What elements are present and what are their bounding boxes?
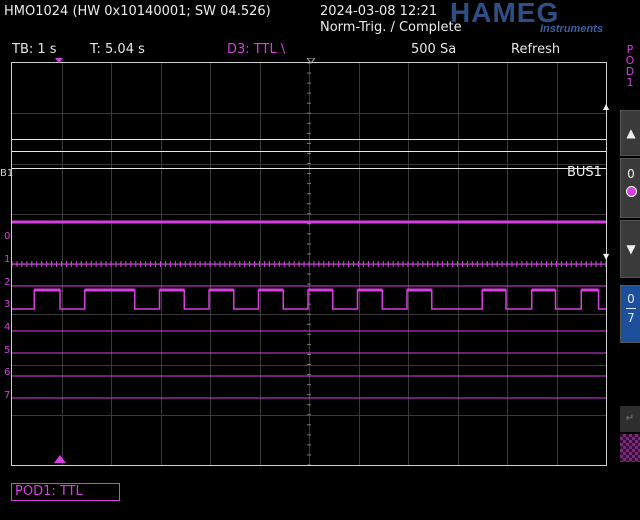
bus-marker: B1 — [0, 168, 14, 179]
scroll-up-button[interactable]: ▲ — [620, 110, 640, 156]
channel-label-0: 0 — [4, 231, 11, 242]
sample-rate: 500 Sa — [411, 42, 457, 57]
side-menu-tab[interactable]: ↵ — [620, 406, 640, 432]
timebase[interactable]: TB: 1 s — [12, 42, 57, 57]
device-info: HMO1024 (HW 0x10140001; SW 04.526) — [4, 4, 271, 19]
center-marker — [307, 58, 315, 64]
channel-range-button[interactable]: 0 7 — [620, 285, 640, 343]
channel-label-6: 6 — [4, 367, 11, 378]
pod-activity-indicator — [620, 434, 640, 462]
channel-label-1: 1 — [4, 254, 11, 265]
datetime: 2024-03-08 12:21 — [320, 4, 438, 19]
position-button[interactable]: 0 — [620, 158, 640, 218]
channel-label-2: 2 — [4, 277, 11, 288]
channel-label-7: 7 — [4, 390, 11, 401]
pod-setting[interactable]: POD1: TTL — [11, 483, 120, 501]
trigger-source[interactable]: D3: TTL \ — [227, 42, 285, 57]
channel-label-3: 3 — [4, 299, 11, 310]
trigger-cursor-marker — [54, 455, 66, 463]
acquisition-mode[interactable]: Refresh — [511, 42, 560, 57]
range-divider — [626, 308, 636, 309]
range-bottom: 7 — [627, 311, 635, 325]
scroll-down-indicator: ▼ — [603, 252, 610, 261]
hameg-logo: HAMEG — [450, 0, 560, 28]
range-top: 0 — [627, 292, 635, 306]
scroll-down-button[interactable]: ▼ — [620, 220, 640, 278]
channel-label-5: 5 — [4, 345, 11, 356]
trigger-status: Norm-Trig. / Complete — [320, 20, 462, 35]
trigger-position-marker — [55, 58, 63, 63]
bus-label: BUS1 — [567, 165, 602, 180]
pod-vertical-label: POD1 — [625, 43, 635, 89]
waveform-canvas — [12, 63, 606, 465]
scroll-up-indicator: ▲ — [603, 102, 610, 111]
channel-label-4: 4 — [4, 322, 11, 333]
hameg-logo-subtitle: Instruments — [540, 23, 603, 35]
position-value: 0 — [627, 167, 635, 181]
trigger-time[interactable]: T: 5.04 s — [90, 42, 145, 57]
active-dot-icon — [625, 186, 637, 197]
waveform-display[interactable] — [11, 62, 607, 466]
